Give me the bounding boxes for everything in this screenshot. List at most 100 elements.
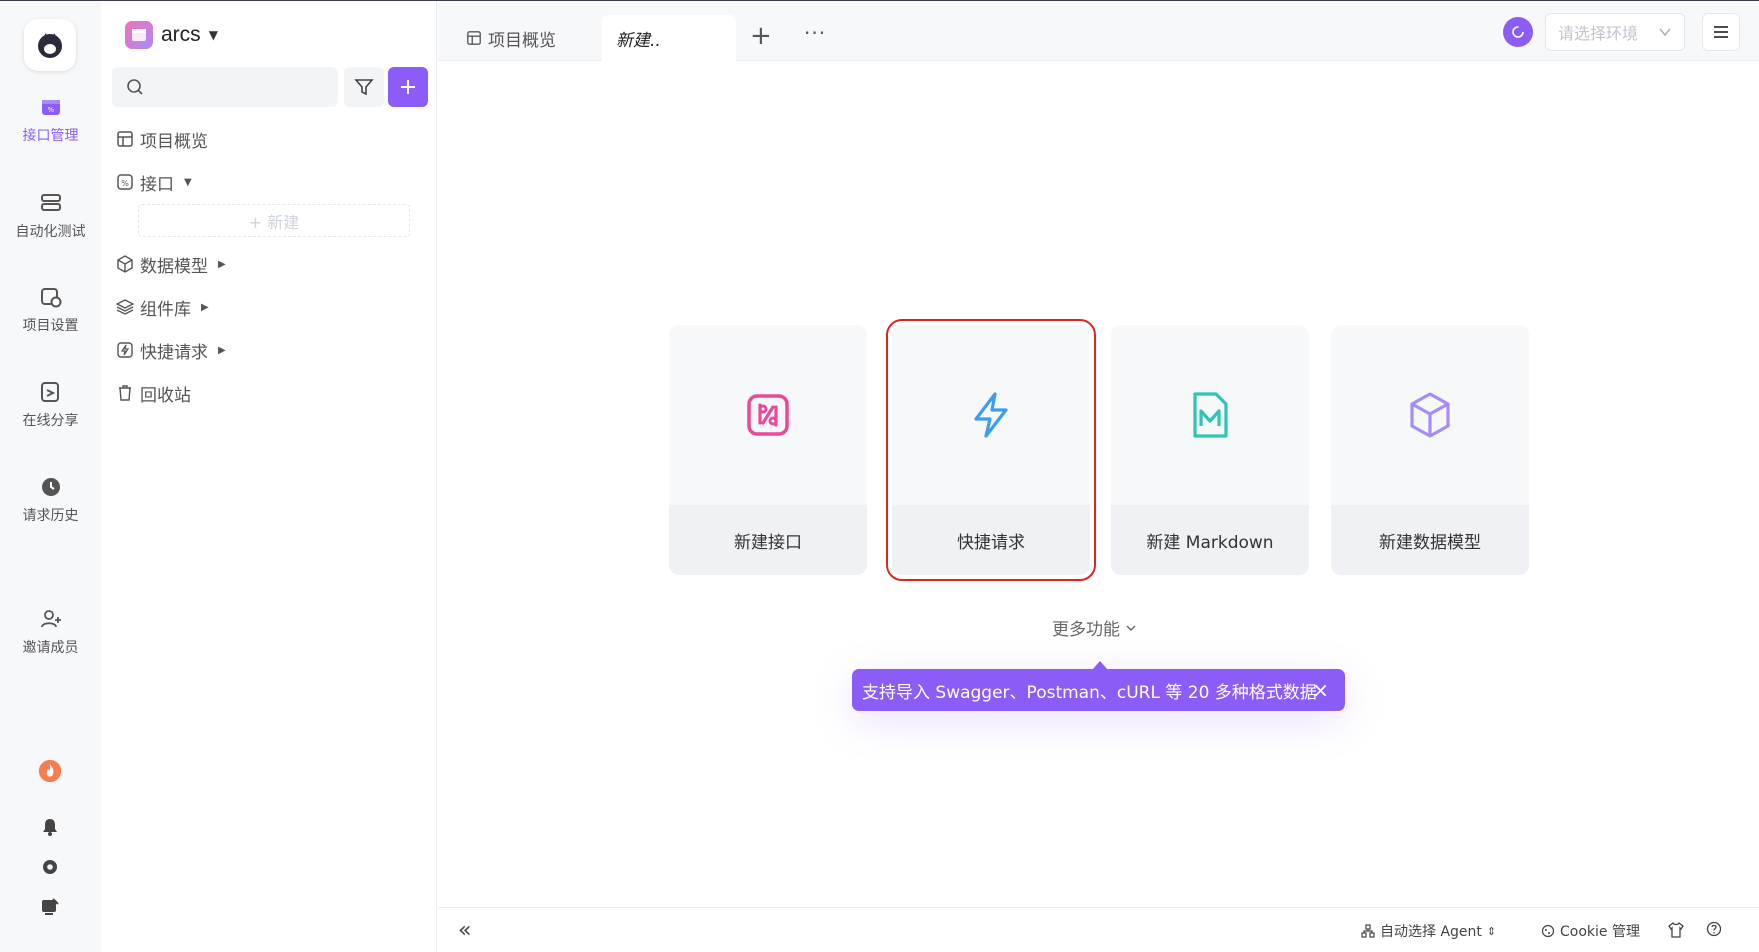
help-button[interactable]	[1706, 921, 1722, 937]
card-label: 新建数据模型	[1331, 505, 1529, 575]
tree-item-api[interactable]: % 接口 ▼	[116, 168, 192, 196]
tree-label: 接口	[140, 174, 174, 195]
project-settings-icon	[40, 288, 61, 308]
feedback-button[interactable]	[38, 895, 62, 919]
environment-icon-button[interactable]	[1503, 17, 1533, 47]
rail-item-invite[interactable]: 邀请成员	[0, 607, 101, 657]
add-user-icon	[40, 610, 61, 628]
search-input[interactable]	[152, 79, 332, 95]
tab-new[interactable]: 新建..	[602, 15, 736, 61]
project-switcher[interactable]: arcs ▼	[125, 21, 218, 49]
network-icon	[1361, 924, 1375, 938]
rail-label: 接口管理	[22, 128, 79, 144]
tab-project-overview[interactable]: 项目概览	[462, 15, 560, 61]
left-rail: % 接口管理 自动化测试 项目设置 在线分享 请求历史 邀请成员	[0, 1, 101, 952]
add-button[interactable]	[388, 67, 428, 107]
rail-item-project-settings[interactable]: 项目设置	[0, 285, 101, 335]
hamburger-icon	[1714, 26, 1728, 38]
rail-label: 邀请成员	[22, 640, 79, 656]
card-label: 新建接口	[669, 505, 867, 575]
trash-icon	[119, 385, 131, 401]
rail-label: 项目设置	[22, 318, 79, 334]
card-new-api[interactable]: 新建接口	[669, 325, 867, 575]
gear-icon	[43, 860, 57, 874]
card-new-markdown[interactable]: 新建 Markdown	[1111, 325, 1309, 575]
new-api-button[interactable]: + 新建	[138, 204, 410, 237]
fire-button[interactable]	[38, 759, 62, 783]
agent-selector[interactable]: 自动选择 Agent ⇕	[1361, 921, 1496, 941]
chevron-down-icon	[1126, 625, 1136, 631]
tree-label: 数据模型	[140, 256, 208, 277]
tree-item-recycle-bin[interactable]: 回收站	[116, 379, 191, 407]
layers-icon	[40, 194, 61, 211]
search-icon	[127, 79, 143, 95]
environment-select[interactable]: 请选择环境	[1545, 13, 1685, 51]
refresh-icon	[1512, 26, 1524, 38]
share-icon	[40, 382, 59, 402]
caret-right-icon: ▶	[201, 301, 209, 313]
tree-item-quick-request[interactable]: 快捷请求 ▶	[116, 336, 226, 364]
filter-icon	[354, 79, 374, 96]
bolt-icon	[974, 392, 1008, 438]
tree-label: 项目概览	[140, 131, 208, 152]
cookie-label: Cookie 管理	[1560, 924, 1640, 940]
more-features-label: 更多功能	[1052, 620, 1120, 640]
bottom-bar: « 自动选择 Agent ⇕ Cookie 管理	[438, 907, 1759, 952]
agent-label: 自动选择 Agent	[1380, 924, 1482, 940]
chevron-down-icon	[1659, 28, 1671, 37]
menu-button[interactable]	[1702, 13, 1740, 51]
sidebar: arcs ▼ 项目概览 % 接口 ▼ + 新建 数据模型 ▶ 组件库 ▶ 快捷请…	[101, 1, 437, 952]
plus-icon	[401, 80, 415, 94]
notification-button[interactable]	[38, 815, 62, 839]
caret-right-icon: ▶	[218, 344, 226, 356]
settings-button[interactable]	[38, 855, 62, 879]
rail-label: 在线分享	[22, 413, 79, 429]
import-tip-toast: 支持导入 Swagger、Postman、cURL 等 20 多种格式数据 ×	[852, 669, 1345, 711]
rail-item-history[interactable]: 请求历史	[0, 475, 101, 525]
bell-icon	[43, 819, 57, 836]
cube-icon	[117, 255, 133, 273]
overview-icon	[117, 131, 133, 147]
toast-text: 支持导入 Swagger、Postman、cURL 等 20 多种格式数据	[862, 682, 1317, 703]
cookie-icon	[1541, 924, 1555, 938]
api-icon	[747, 394, 789, 436]
card-quick-request[interactable]: 快捷请求	[886, 319, 1096, 581]
caret-right-icon: ▶	[218, 258, 226, 270]
rail-item-api[interactable]: % 接口管理	[0, 95, 101, 145]
rail-item-autotest[interactable]: 自动化测试	[0, 191, 101, 241]
card-new-data-model[interactable]: 新建数据模型	[1331, 325, 1529, 575]
cube-icon	[1410, 392, 1450, 438]
project-name: arcs	[161, 23, 201, 46]
cookie-manager-button[interactable]: Cookie 管理	[1541, 921, 1640, 941]
theme-button[interactable]	[1667, 921, 1685, 939]
overview-icon	[467, 31, 481, 45]
project-icon	[125, 21, 153, 49]
app-window: % 接口管理 自动化测试 项目设置 在线分享 请求历史 邀请成员 arcs ▼ …	[0, 0, 1759, 952]
logo-icon	[38, 33, 62, 58]
caret-down-icon: ▼	[208, 28, 218, 42]
tab-bar: 项目概览 新建.. + ··· 请选择环境	[438, 1, 1759, 61]
new-tab-button[interactable]: +	[750, 23, 772, 49]
card-label: 快捷请求	[892, 505, 1090, 575]
collapse-sidebar-button[interactable]: «	[458, 918, 471, 943]
tree-item-data-model[interactable]: 数据模型 ▶	[116, 250, 226, 278]
tree-item-components[interactable]: 组件库 ▶	[116, 293, 209, 321]
more-features-button[interactable]: 更多功能	[1052, 615, 1136, 640]
tree-label: 回收站	[140, 385, 191, 406]
tree-item-overview[interactable]: 项目概览	[116, 125, 208, 153]
close-icon[interactable]: ×	[1312, 678, 1329, 702]
history-icon	[41, 478, 60, 496]
help-icon	[1706, 921, 1722, 937]
tree-label: 快捷请求	[140, 342, 208, 363]
filter-button[interactable]	[344, 67, 384, 107]
search-box[interactable]	[112, 67, 338, 107]
feedback-icon	[42, 898, 59, 915]
app-logo[interactable]	[24, 19, 76, 71]
svg-text:%: %	[47, 106, 54, 114]
tab-label: 项目概览	[488, 30, 556, 51]
api-icon: %	[117, 174, 133, 190]
rail-item-share[interactable]: 在线分享	[0, 380, 101, 430]
rail-label: 自动化测试	[15, 224, 86, 240]
more-tabs-button[interactable]: ···	[804, 21, 826, 45]
card-label: 新建 Markdown	[1111, 505, 1309, 575]
